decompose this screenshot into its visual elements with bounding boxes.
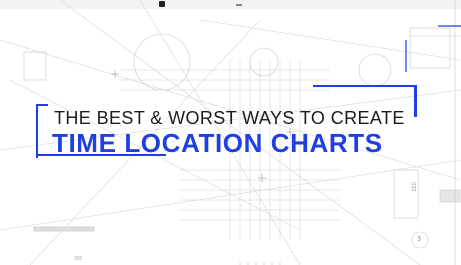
accent-bracket-left [36,104,48,158]
title-line-2: TIME LOCATION CHARTS [52,128,383,158]
title-line-1: THE BEST & WORST WAYS TO CREATE [54,108,405,128]
accent-line-top-right [313,85,417,87]
bottom-left-label: 350 [74,256,83,262]
ruler-label: 110 [411,182,418,192]
corner-label: 3 [417,236,421,243]
accent-bracket-right [414,85,417,117]
